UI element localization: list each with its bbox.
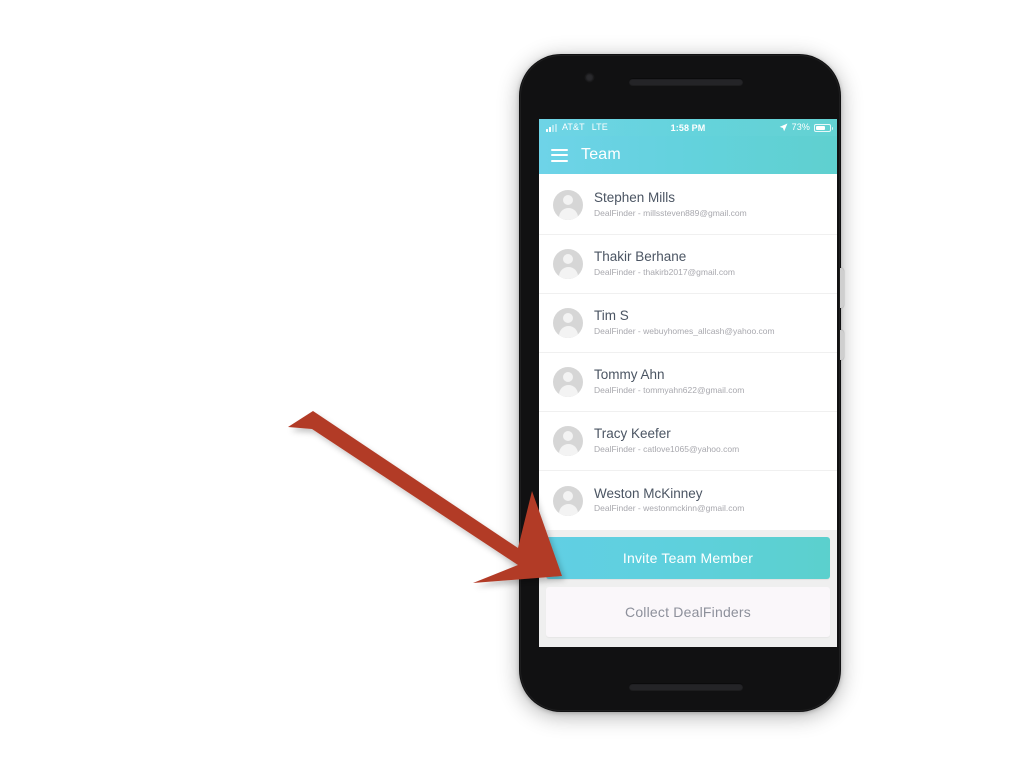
member-subtitle: DealFinder - webuyhomes_allcash@yahoo.co…	[594, 325, 775, 336]
member-subtitle: DealFinder - catlove1065@yahoo.com	[594, 443, 740, 454]
table-row[interactable]: Tim S DealFinder - webuyhomes_allcash@ya…	[539, 294, 837, 353]
member-name: Thakir Berhane	[594, 249, 687, 265]
member-name: Tim S	[594, 308, 629, 324]
member-text-block: Tommy Ahn DealFinder - tommyahn622@gmail…	[594, 367, 744, 397]
table-row[interactable]: Thakir Berhane DealFinder - thakirb2017@…	[539, 235, 837, 294]
person-avatar-icon	[553, 308, 583, 338]
invite-team-member-button[interactable]: Invite Team Member	[546, 537, 830, 579]
member-text-block: Weston McKinney DealFinder - westonmckin…	[594, 486, 744, 516]
page-title: Team	[581, 146, 621, 163]
earpiece-speaker-icon	[629, 78, 743, 85]
app-bar: Team	[539, 136, 837, 174]
front-camera-icon	[585, 73, 594, 82]
volume-button[interactable]	[840, 268, 844, 308]
table-row[interactable]: Tracy Keefer DealFinder - catlove1065@ya…	[539, 412, 837, 471]
power-button[interactable]	[840, 330, 844, 360]
bottom-speaker-icon	[629, 683, 743, 690]
location-arrow-icon	[779, 123, 788, 131]
person-avatar-icon	[553, 426, 583, 456]
hamburger-menu-icon[interactable]	[551, 148, 568, 162]
member-subtitle: DealFinder - westonmckinn@gmail.com	[594, 503, 745, 514]
member-text-block: Tim S DealFinder - webuyhomes_allcash@ya…	[594, 308, 775, 338]
member-name: Tracy Keefer	[594, 426, 671, 442]
member-subtitle: DealFinder - thakirb2017@gmail.com	[594, 266, 735, 277]
phone-screen: AT&T LTE 1:58 PM 73% Team Stephen Mills …	[539, 119, 837, 647]
member-text-block: Thakir Berhane DealFinder - thakirb2017@…	[594, 249, 735, 279]
battery-icon	[814, 123, 833, 132]
table-row[interactable]: Tommy Ahn DealFinder - tommyahn622@gmail…	[539, 353, 837, 412]
status-bar: AT&T LTE 1:58 PM 73%	[539, 119, 837, 136]
action-button-area: Invite Team Member Collect DealFinders	[539, 530, 837, 637]
person-avatar-icon	[553, 367, 583, 397]
member-name: Tommy Ahn	[594, 367, 665, 383]
person-avatar-icon	[553, 485, 583, 516]
member-subtitle: DealFinder - tommyahn622@gmail.com	[594, 384, 745, 395]
member-subtitle: DealFinder - millssteven889@gmail.com	[594, 207, 747, 218]
member-text-block: Tracy Keefer DealFinder - catlove1065@ya…	[594, 426, 739, 456]
member-text-block: Stephen Mills DealFinder - millssteven88…	[594, 190, 747, 220]
member-name: Weston McKinney	[594, 485, 703, 501]
battery-fill	[816, 125, 826, 130]
clock-label: 1:58 PM	[670, 122, 706, 133]
table-row[interactable]: Stephen Mills DealFinder - millssteven88…	[539, 176, 837, 235]
team-member-list: Stephen Mills DealFinder - millssteven88…	[539, 174, 837, 530]
person-avatar-icon	[553, 249, 583, 279]
table-row[interactable]: Weston McKinney DealFinder - westonmckin…	[539, 471, 837, 530]
member-name: Stephen Mills	[594, 190, 676, 206]
person-avatar-icon	[553, 190, 583, 220]
collect-dealfinders-button[interactable]: Collect DealFinders	[546, 587, 830, 637]
